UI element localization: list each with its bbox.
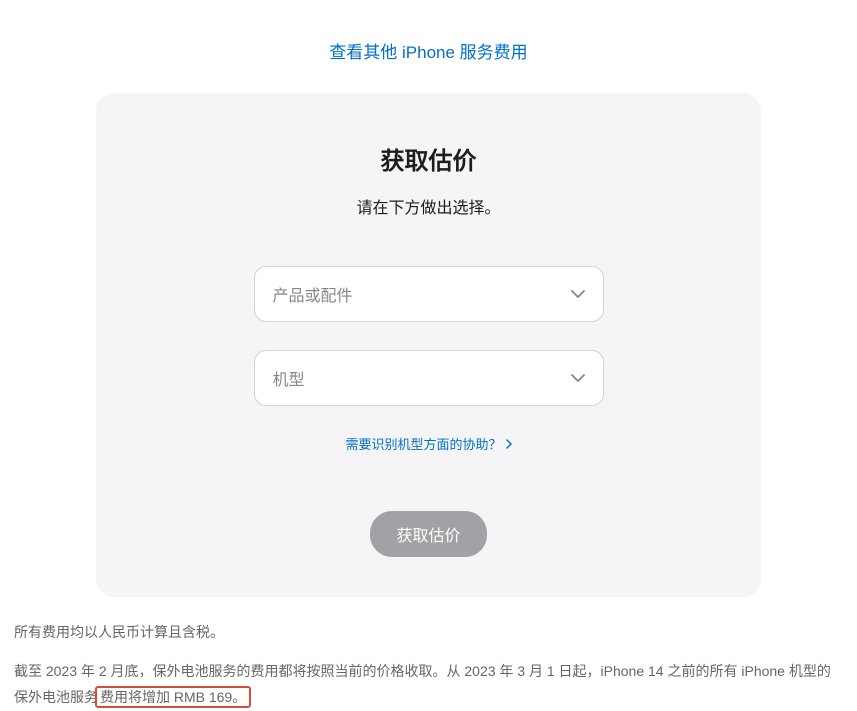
- product-select[interactable]: 产品或配件: [254, 266, 604, 322]
- estimate-card: 获取估价 请在下方做出选择。 产品或配件 机型 需要识别机型方面的协助？ 获取估…: [96, 93, 761, 597]
- model-select-placeholder: 机型: [273, 366, 305, 390]
- model-select[interactable]: 机型: [254, 350, 604, 406]
- view-other-fees-link[interactable]: 查看其他 iPhone 服务费用: [0, 0, 857, 93]
- chevron-right-icon: [506, 439, 512, 449]
- model-select-wrapper: 机型: [254, 350, 604, 406]
- footer-price-highlight: 费用将增加 RMB 169。: [95, 686, 251, 708]
- help-link-label: 需要识别机型方面的协助？: [345, 434, 501, 453]
- product-select-wrapper: 产品或配件: [254, 266, 604, 322]
- chevron-down-icon: [571, 369, 585, 387]
- product-select-placeholder: 产品或配件: [273, 282, 353, 306]
- chevron-down-icon: [571, 285, 585, 303]
- footer-price-change-note: 截至 2023 年 2 月底，保外电池服务的费用都将按照当前的价格收取。从 20…: [14, 658, 843, 711]
- identify-model-help-link[interactable]: 需要识别机型方面的协助？: [136, 434, 721, 453]
- footer-tax-note: 所有费用均以人民币计算且含税。: [14, 619, 843, 646]
- get-estimate-button[interactable]: 获取估价: [370, 511, 486, 557]
- card-title: 获取估价: [136, 141, 721, 176]
- card-subtitle: 请在下方做出选择。: [136, 194, 721, 218]
- footer-text: 所有费用均以人民币计算且含税。 截至 2023 年 2 月底，保外电池服务的费用…: [0, 597, 857, 711]
